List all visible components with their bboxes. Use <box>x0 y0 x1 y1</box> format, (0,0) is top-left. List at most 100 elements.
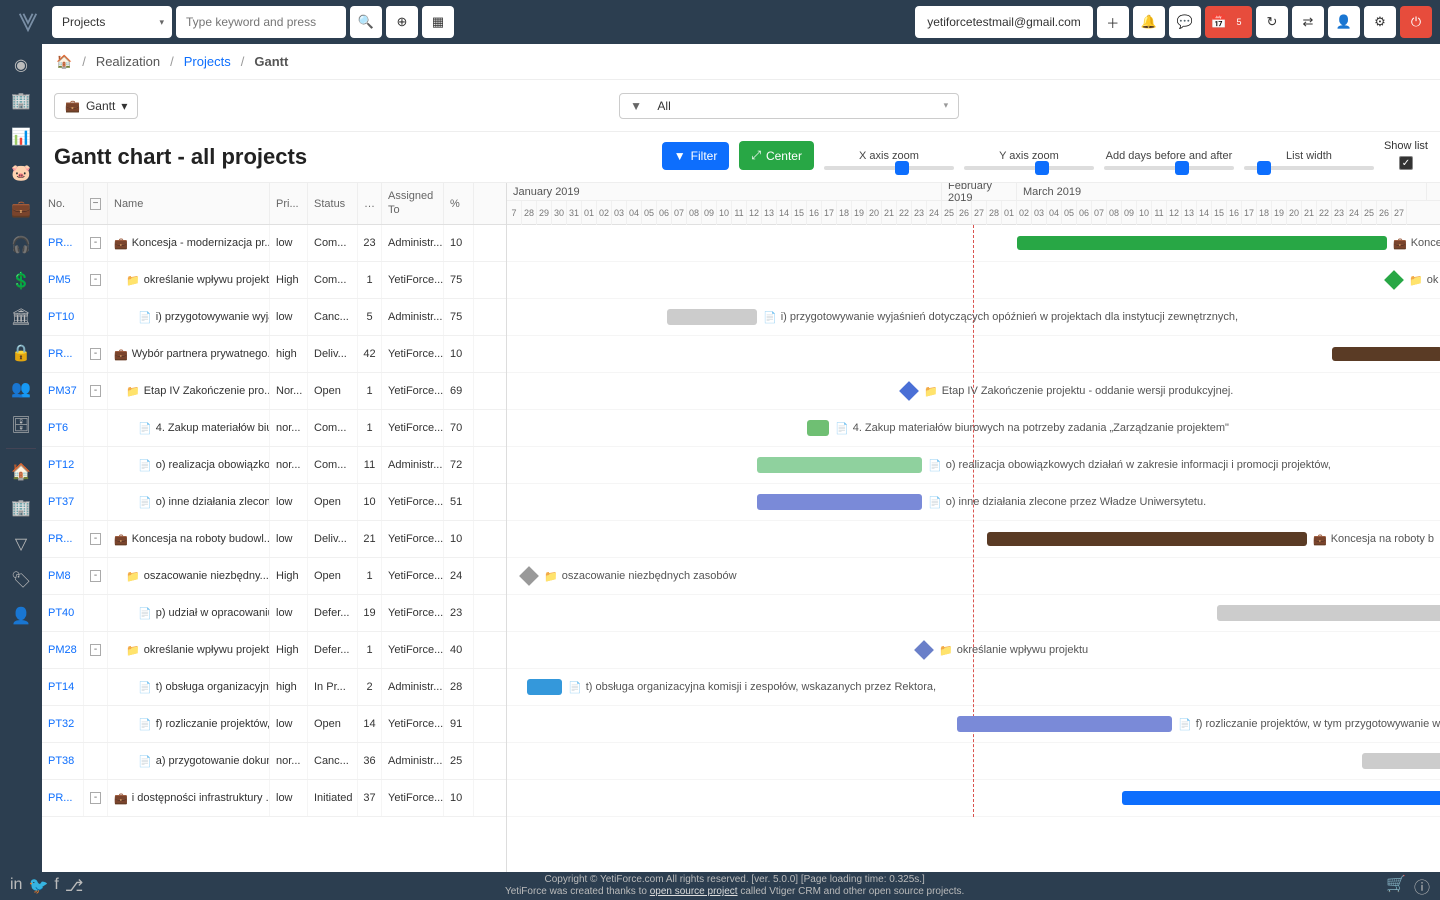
expand-toggle[interactable]: - <box>84 373 108 409</box>
table-row[interactable]: PR...-💼Wybór partnera prywatnego...highD… <box>42 336 506 373</box>
account-icon[interactable]: 👤 <box>1 599 41 633</box>
module-select[interactable]: Projects <box>52 6 172 38</box>
expand-toggle[interactable] <box>84 484 108 520</box>
task-bar[interactable] <box>757 494 922 510</box>
task-bar[interactable] <box>757 457 922 473</box>
header-assigned[interactable]: Assigned To <box>382 183 444 224</box>
task-bar[interactable] <box>957 716 1172 732</box>
project-bar[interactable] <box>1017 236 1387 250</box>
expand-toggle[interactable] <box>84 706 108 742</box>
expand-toggle[interactable] <box>84 299 108 335</box>
milestone-diamond[interactable] <box>1384 270 1404 290</box>
expand-toggle[interactable] <box>84 447 108 483</box>
users-icon[interactable]: 👥 <box>1 372 41 406</box>
table-row[interactable]: PT37📄o) inne działania zlecone ...lowOpe… <box>42 484 506 521</box>
table-row[interactable]: PT32📄f) rozliczanie projektów, ...lowOpe… <box>42 706 506 743</box>
briefcase-icon[interactable]: 💼 <box>1 192 41 226</box>
table-row[interactable]: PT10📄i) przygotowywanie wyjaś...lowCanc.… <box>42 299 506 336</box>
add-days-slider[interactable]: Add days before and after <box>1104 150 1234 170</box>
list-width-slider[interactable]: List width <box>1244 150 1374 170</box>
y-zoom-slider[interactable]: Y axis zoom <box>964 150 1094 170</box>
profile-button[interactable]: 👤 <box>1328 6 1360 38</box>
expand-toggle[interactable]: - <box>84 262 108 298</box>
header-status[interactable]: Status <box>308 183 358 224</box>
locate-button[interactable]: ⊕ <box>386 6 418 38</box>
table-row[interactable]: PM5-📁określanie wpływu projektuHighCom..… <box>42 262 506 299</box>
project-bar[interactable] <box>1122 791 1440 805</box>
row-no[interactable]: PT38 <box>42 743 84 779</box>
gantt-chart[interactable]: January 2019February 2019March 2019 7282… <box>507 183 1440 872</box>
show-list-toggle[interactable]: Show list✓ <box>1384 140 1428 170</box>
table-row[interactable]: PT38📄a) przygotowanie dokum...nor...Canc… <box>42 743 506 780</box>
gantt-dropdown[interactable]: 💼 Gantt ▾ <box>54 93 138 119</box>
expand-toggle[interactable] <box>84 743 108 779</box>
milestone-diamond[interactable] <box>914 640 934 660</box>
row-no[interactable]: PM8 <box>42 558 84 594</box>
building-icon[interactable]: 🏛 <box>1 300 41 334</box>
notifications-button[interactable]: 🔔 <box>1133 6 1165 38</box>
info-icon[interactable]: ⓘ <box>1414 874 1430 898</box>
tag-icon[interactable]: 🏷 <box>1 563 41 597</box>
search-button[interactable]: 🔍 <box>350 6 382 38</box>
table-row[interactable]: PM37-📁Etap IV Zakończenie pro...Nor...Op… <box>42 373 506 410</box>
breadcrumb-projects[interactable]: Projects <box>184 54 231 69</box>
twitter-icon[interactable]: 🐦 <box>28 876 48 896</box>
project-bar[interactable] <box>1332 347 1440 361</box>
dashboard-icon[interactable]: ◉ <box>1 48 41 82</box>
milestone-diamond[interactable] <box>519 566 539 586</box>
table-row[interactable]: PM8-📁oszacowanie niezbędny...HighOpen1Ye… <box>42 558 506 595</box>
table-row[interactable]: PT12📄o) realizacja obowiązkow...nor...Co… <box>42 447 506 484</box>
calendar-button[interactable]: 📅5 <box>1205 6 1252 38</box>
home-icon[interactable]: 🏠 <box>1 455 41 489</box>
piggybank-icon[interactable]: 🐷 <box>1 156 41 190</box>
filter-nav-icon[interactable]: ▽ <box>1 527 41 561</box>
filter-button[interactable]: ▼Filter <box>662 142 730 170</box>
task-bar[interactable] <box>667 309 757 325</box>
logout-button[interactable]: ⏻ <box>1400 6 1432 38</box>
expand-toggle[interactable]: - <box>84 780 108 816</box>
expand-toggle[interactable]: - <box>84 632 108 668</box>
org-icon[interactable]: 🏢 <box>1 491 41 525</box>
row-no[interactable]: PT40 <box>42 595 84 631</box>
security-icon[interactable]: 🔒 <box>1 336 41 370</box>
row-no[interactable]: PT6 <box>42 410 84 446</box>
center-button[interactable]: ⤢Center <box>739 141 814 170</box>
facebook-icon[interactable]: f <box>54 876 58 896</box>
header-name[interactable]: Name <box>108 183 270 224</box>
x-zoom-slider[interactable]: X axis zoom <box>824 150 954 170</box>
row-no[interactable]: PT32 <box>42 706 84 742</box>
project-bar[interactable] <box>987 532 1307 546</box>
expand-toggle[interactable]: - <box>84 336 108 372</box>
linkedin-icon[interactable]: in <box>10 876 22 896</box>
header-priority[interactable]: Pri... <box>270 183 308 224</box>
support-icon[interactable]: 🎧 <box>1 228 41 262</box>
row-no[interactable]: PR... <box>42 521 84 557</box>
all-filter-dropdown[interactable]: ▼ All <box>619 93 959 119</box>
row-no[interactable]: PR... <box>42 780 84 816</box>
expand-toggle[interactable] <box>84 410 108 446</box>
header-expand[interactable]: − <box>84 183 108 224</box>
expand-toggle[interactable] <box>84 669 108 705</box>
expand-toggle[interactable]: - <box>84 558 108 594</box>
home-icon[interactable]: 🏠 <box>56 54 72 70</box>
row-no[interactable]: PT37 <box>42 484 84 520</box>
table-row[interactable]: PT14📄t) obsługa organizacyjna ...highIn … <box>42 669 506 706</box>
history-button[interactable]: ↻ <box>1256 6 1288 38</box>
money-icon[interactable]: 💲 <box>1 264 41 298</box>
search-input[interactable] <box>176 6 346 38</box>
github-icon[interactable]: ⎇ <box>65 876 83 896</box>
table-row[interactable]: PM28-📁określanie wpływu projektuHighDefe… <box>42 632 506 669</box>
table-row[interactable]: PR...-💼i dostępności infrastruktury ...l… <box>42 780 506 817</box>
row-no[interactable]: PR... <box>42 336 84 372</box>
expand-toggle[interactable] <box>84 595 108 631</box>
expand-toggle[interactable]: - <box>84 225 108 261</box>
task-bar[interactable] <box>1217 605 1440 621</box>
settings-button[interactable]: ⚙ <box>1364 6 1396 38</box>
row-no[interactable]: PM28 <box>42 632 84 668</box>
table-row[interactable]: PT6📄4. Zakup materiałów biur...nor...Com… <box>42 410 506 447</box>
database-icon[interactable]: 🗄 <box>1 408 41 442</box>
header-pct[interactable]: % <box>444 183 474 224</box>
row-no[interactable]: PT12 <box>42 447 84 483</box>
table-row[interactable]: PR...-💼Koncesja na roboty budowl...lowDe… <box>42 521 506 558</box>
milestone-diamond[interactable] <box>899 381 919 401</box>
